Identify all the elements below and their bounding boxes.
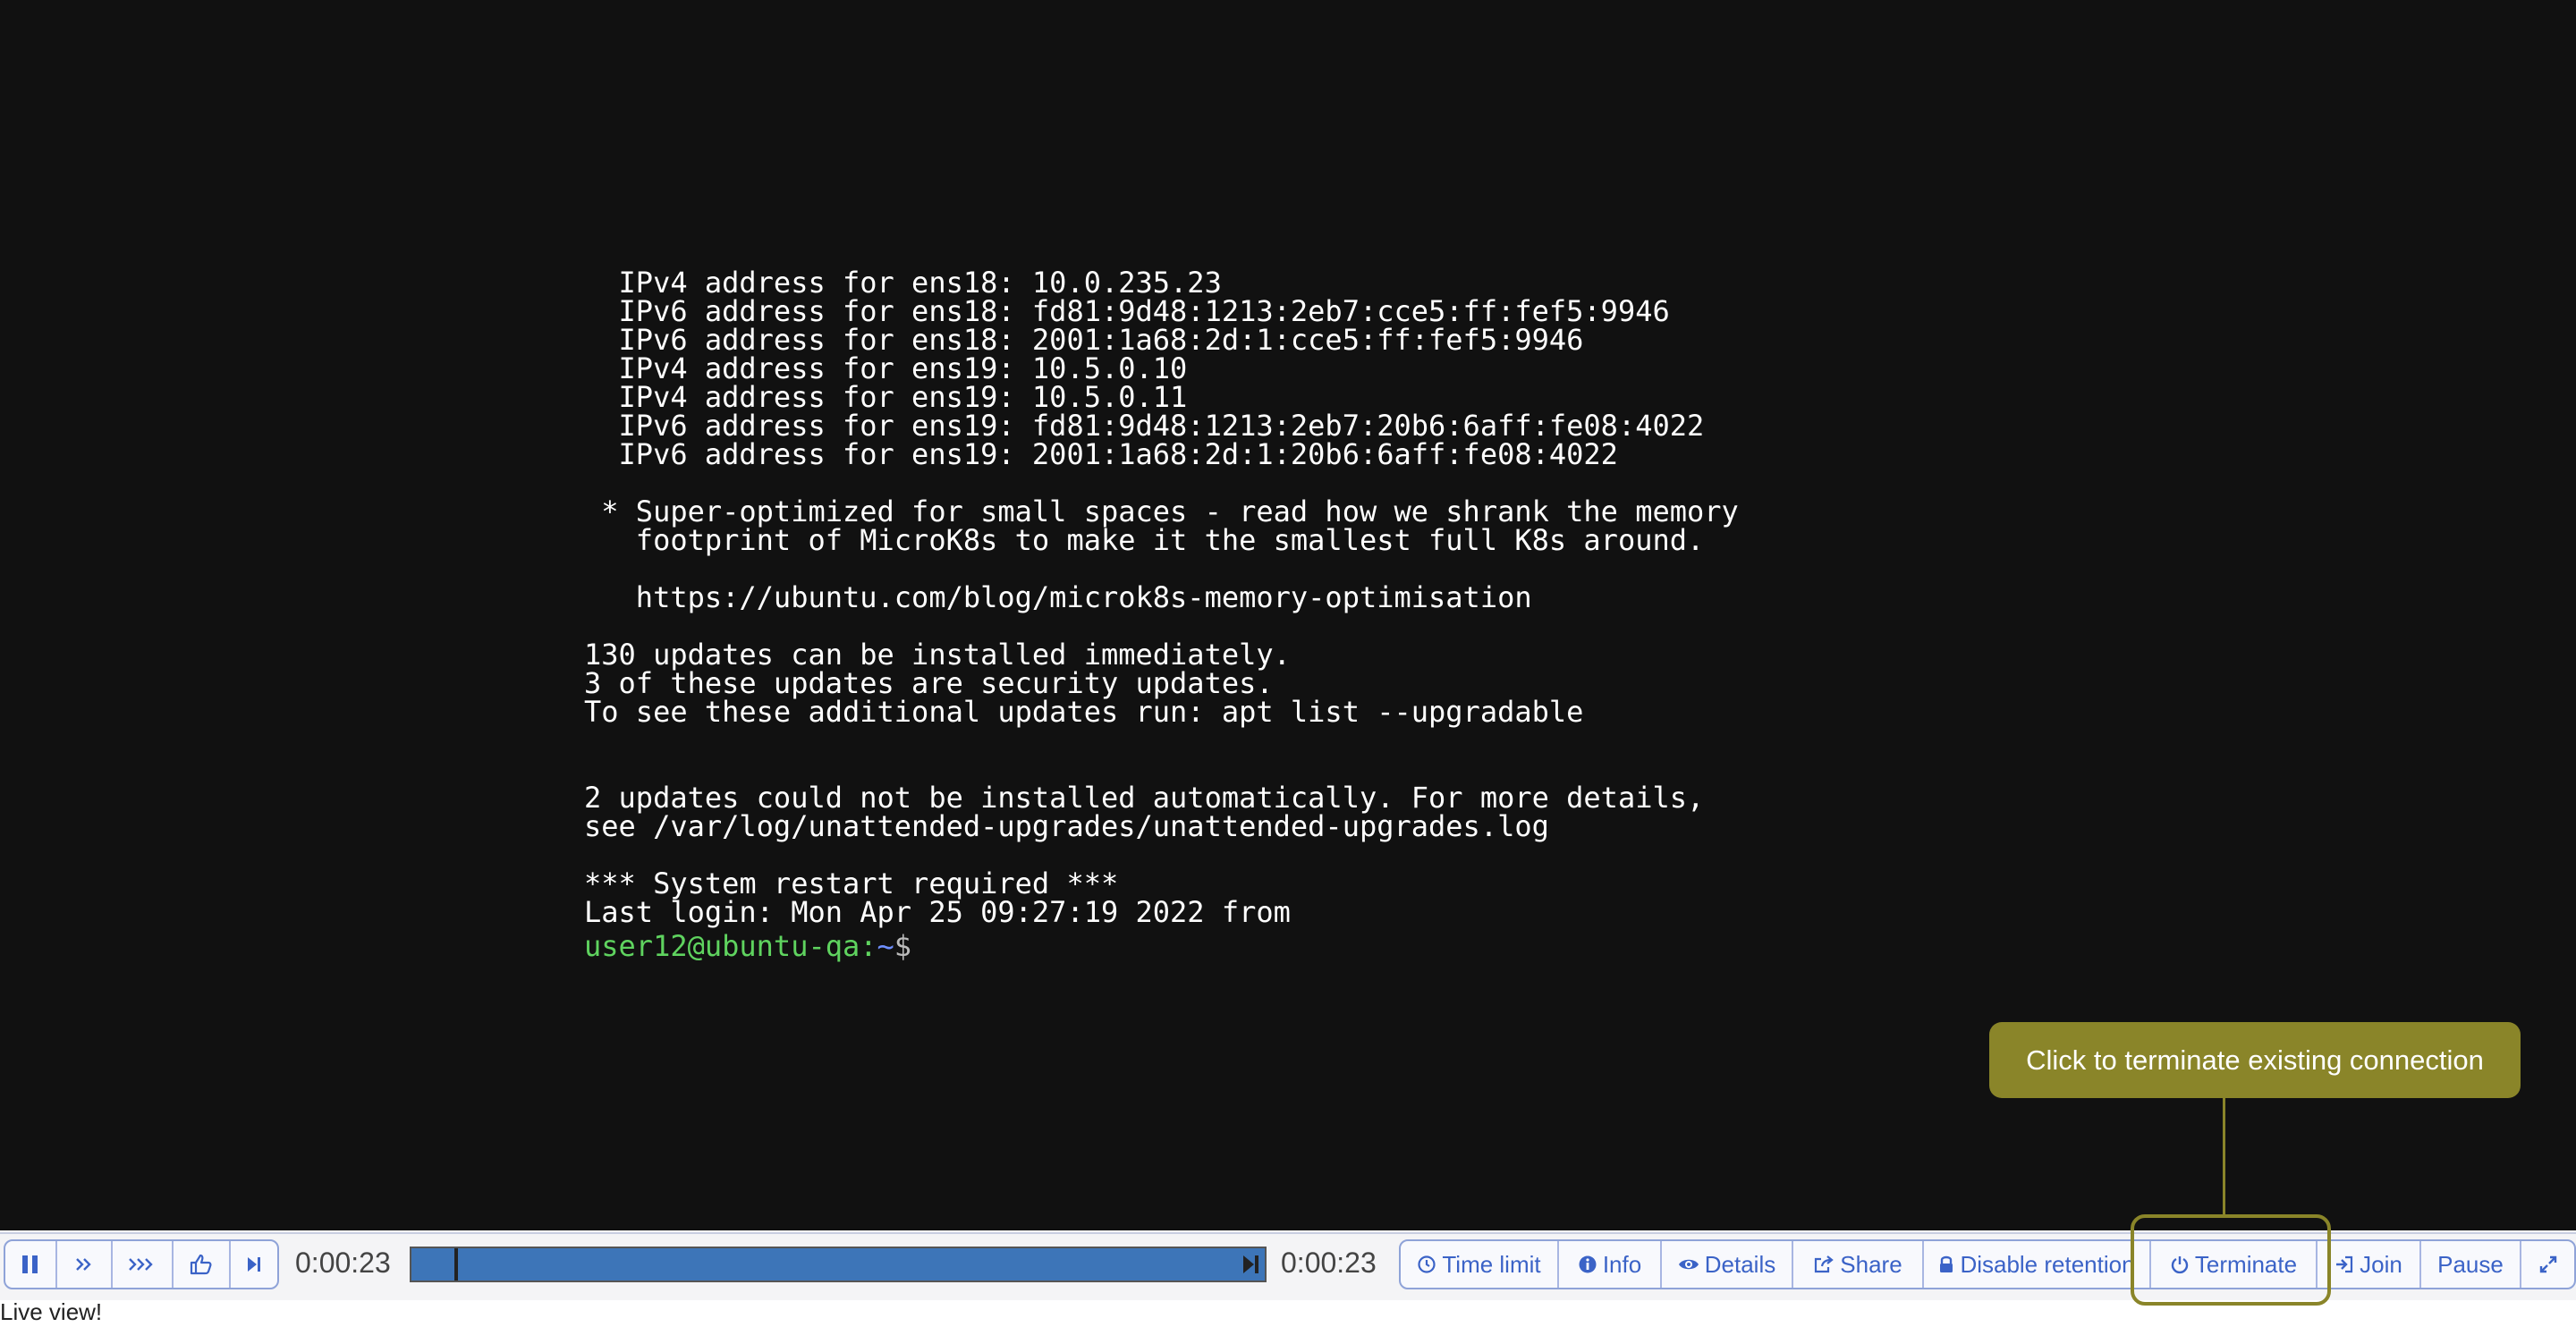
fullscreen-button[interactable] bbox=[2521, 1241, 2574, 1288]
join-label: Join bbox=[2360, 1250, 2402, 1278]
info-button[interactable]: Info bbox=[1559, 1241, 1662, 1288]
details-button[interactable]: Details bbox=[1662, 1241, 1793, 1288]
current-time: 0:00:23 bbox=[295, 1247, 391, 1279]
chevron-triple-right-icon bbox=[129, 1258, 153, 1271]
seek-handle[interactable] bbox=[453, 1248, 458, 1281]
eye-icon bbox=[1678, 1259, 1699, 1270]
info-icon bbox=[1579, 1255, 1597, 1273]
terminate-highlight bbox=[2131, 1214, 2331, 1306]
tooltip-connector bbox=[2223, 1098, 2225, 1218]
time-limit-label: Time limit bbox=[1442, 1250, 1541, 1278]
terminate-tooltip: Click to terminate existing connection bbox=[1989, 1022, 2521, 1098]
time-limit-button[interactable]: Time limit bbox=[1401, 1241, 1559, 1288]
share-label: Share bbox=[1840, 1250, 1902, 1278]
seek-end-icon bbox=[1243, 1255, 1258, 1273]
seek-bar[interactable] bbox=[410, 1247, 1267, 1282]
shell-prompt: user12@ubuntu-qa:~$ bbox=[584, 932, 911, 960]
skip-to-end-button[interactable] bbox=[231, 1241, 277, 1288]
prompt-path: ~ bbox=[877, 929, 894, 963]
lock-icon bbox=[1940, 1255, 1953, 1272]
disable-retention-label: Disable retention bbox=[1960, 1250, 2135, 1278]
disable-retention-button[interactable]: Disable retention bbox=[1924, 1241, 2151, 1288]
status-text: Live view! bbox=[0, 1298, 103, 1325]
info-label: Info bbox=[1602, 1250, 1642, 1278]
prompt-user-host: user12@ubuntu-qa bbox=[584, 929, 860, 963]
terminal-output: IPv4 address for ens18: 10.0.235.23 IPv6… bbox=[584, 266, 1739, 929]
pause-icon bbox=[22, 1255, 38, 1273]
sign-in-icon bbox=[2336, 1255, 2353, 1273]
prompt-symbol: $ bbox=[894, 929, 912, 963]
chevron-double-right-icon bbox=[76, 1258, 91, 1271]
skip-end-icon bbox=[248, 1257, 260, 1272]
share-icon bbox=[1815, 1255, 1835, 1273]
details-label: Details bbox=[1704, 1250, 1776, 1278]
share-button[interactable]: Share bbox=[1793, 1241, 1924, 1288]
pause-session-button[interactable]: Pause bbox=[2421, 1241, 2521, 1288]
pause-label: Pause bbox=[2437, 1250, 2504, 1278]
faster-forward-button[interactable] bbox=[113, 1241, 174, 1288]
fast-forward-button[interactable] bbox=[57, 1241, 113, 1288]
session-actions: Time limit Info Details Share Disable re… bbox=[1399, 1239, 2576, 1289]
prompt-colon: : bbox=[860, 929, 877, 963]
expand-icon bbox=[2539, 1255, 2556, 1273]
thumbs-up-button[interactable] bbox=[174, 1241, 231, 1288]
tooltip-text: Click to terminate existing connection bbox=[2026, 1044, 2484, 1076]
pause-playback-button[interactable] bbox=[5, 1241, 57, 1288]
clock-icon bbox=[1418, 1255, 1436, 1273]
join-button[interactable]: Join bbox=[2318, 1241, 2421, 1288]
total-time: 0:00:23 bbox=[1281, 1247, 1377, 1279]
thumbs-up-icon bbox=[190, 1254, 212, 1275]
playback-controls bbox=[4, 1239, 279, 1289]
